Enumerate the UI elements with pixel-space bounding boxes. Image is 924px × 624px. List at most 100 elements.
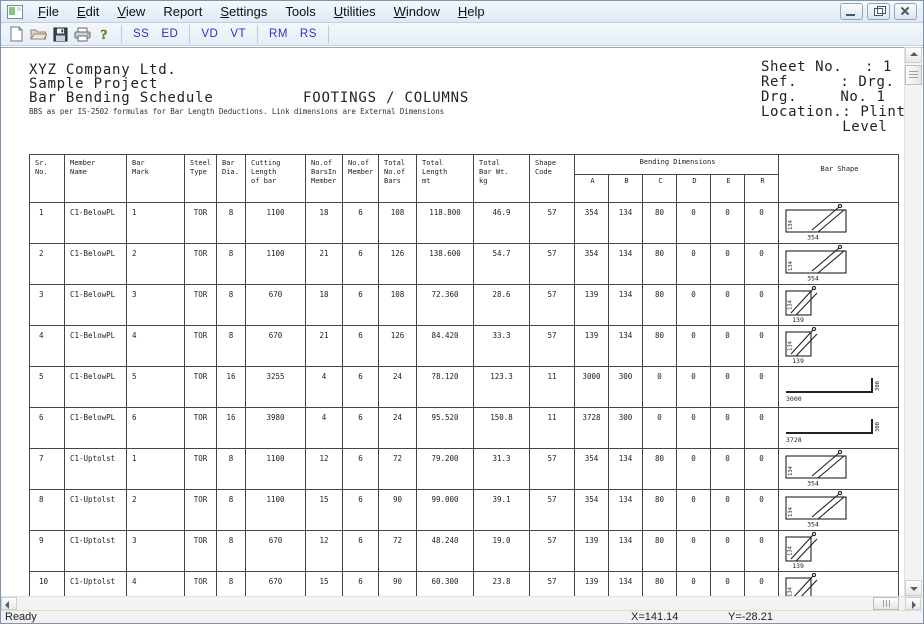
toolbar-button-ed[interactable]: ED <box>156 26 183 42</box>
cell: 72 <box>379 531 417 572</box>
bbs-table: Sr. No.Member NameBar MarkSteel TypeBar … <box>29 154 899 597</box>
cell: 0 <box>745 531 779 572</box>
cell: 6 <box>343 326 379 367</box>
cell: 15 <box>306 490 343 531</box>
cell: TOR <box>185 449 217 490</box>
toolbar-button-vt[interactable]: VT <box>225 26 251 42</box>
cell: C1-Uptolst <box>65 449 127 490</box>
horizontal-scrollbar[interactable] <box>1 596 923 610</box>
vertical-scrollbar[interactable] <box>904 47 922 596</box>
scroll-down-button[interactable] <box>905 580 922 596</box>
cell: 3 <box>127 531 185 572</box>
bar-shape-drawing: 134 139 <box>782 286 894 323</box>
menu-utilities[interactable]: Utilities <box>325 2 385 21</box>
cell: 8 <box>217 285 246 326</box>
cell: 0 <box>677 244 711 285</box>
cell: 0 <box>677 490 711 531</box>
scroll-left-button[interactable] <box>1 597 17 610</box>
cell: 24 <box>379 408 417 449</box>
cell: 0 <box>711 367 745 408</box>
cell: 0 <box>677 572 711 598</box>
menu-file[interactable]: File <box>29 2 68 21</box>
table-row: 6C1-BelowPL6TOR163980462495.520150.81137… <box>30 408 899 449</box>
close-button[interactable] <box>894 3 917 20</box>
bar-shape-drawing: 3000 300 <box>782 368 894 405</box>
toolbar-button-vd[interactable]: VD <box>196 26 223 42</box>
cell: 108 <box>379 285 417 326</box>
cell: 108 <box>379 203 417 244</box>
scroll-up-button[interactable] <box>905 47 922 63</box>
menu-view[interactable]: View <box>108 2 154 21</box>
col-header-10: Total Bar Wt. kg <box>474 155 530 203</box>
cell: 0 <box>677 367 711 408</box>
bar-shape-cell: 134 139 <box>779 326 899 367</box>
print-icon[interactable] <box>72 26 92 43</box>
app-icon[interactable] <box>7 5 23 19</box>
new-document-icon[interactable] <box>6 26 26 43</box>
svg-text:139: 139 <box>792 562 804 569</box>
cell: 126 <box>379 244 417 285</box>
cursor-y-readout: Y=-28.21 <box>728 611 773 623</box>
svg-text:139: 139 <box>792 357 804 364</box>
cell: 84.420 <box>417 326 474 367</box>
toolbar-button-rm[interactable]: RM <box>264 26 293 42</box>
horizontal-scroll-thumb[interactable] <box>873 597 899 610</box>
cell: 670 <box>246 572 306 598</box>
cell: 354 <box>575 203 609 244</box>
menu-tools[interactable]: Tools <box>276 2 324 21</box>
cell: 354 <box>575 244 609 285</box>
cell: C1-Uptolst <box>65 572 127 598</box>
open-folder-icon[interactable] <box>28 26 48 43</box>
toolbar-button-rs[interactable]: RS <box>295 26 322 42</box>
cell: 0 <box>745 367 779 408</box>
restore-button[interactable] <box>867 3 890 20</box>
save-icon[interactable] <box>50 26 70 43</box>
cell: 0 <box>745 572 779 598</box>
cell: 8 <box>217 244 246 285</box>
svg-text:134: 134 <box>788 545 794 556</box>
cell: TOR <box>185 203 217 244</box>
help-icon[interactable]: ? <box>94 26 114 43</box>
col-header-9: Total Length mt <box>417 155 474 203</box>
cell: C1-BelowPL <box>65 367 127 408</box>
table-row: 5C1-BelowPL5TOR163255462478.120123.31130… <box>30 367 899 408</box>
cell: 19.0 <box>474 531 530 572</box>
bar-shape-cell: 134 354 <box>779 203 899 244</box>
svg-text:134: 134 <box>788 506 794 517</box>
menu-edit[interactable]: Edit <box>68 2 108 21</box>
cell: 134 <box>609 531 643 572</box>
bar-shape-cell: 3000 300 <box>779 367 899 408</box>
meta-label: Sheet No. <box>761 60 865 75</box>
cell: 95.520 <box>417 408 474 449</box>
vertical-scroll-thumb[interactable] <box>905 65 922 85</box>
cell: 39.1 <box>474 490 530 531</box>
cell: 8 <box>217 531 246 572</box>
cell: 80 <box>643 572 677 598</box>
cell: 3000 <box>575 367 609 408</box>
cell: 3255 <box>246 367 306 408</box>
cell: 354 <box>575 449 609 490</box>
cell: 0 <box>677 285 711 326</box>
cell: 80 <box>643 244 677 285</box>
cell: 57 <box>530 449 575 490</box>
cell: 78.120 <box>417 367 474 408</box>
bar-shape-drawing: 134 139 <box>782 327 894 364</box>
cell: 79.200 <box>417 449 474 490</box>
toolbar-button-ss[interactable]: SS <box>128 26 154 42</box>
col-header-2: Bar Mark <box>127 155 185 203</box>
toolbar: ? SSED VDVT RMRS <box>1 23 923 46</box>
toolbar-groups: SSED VDVT RMRS <box>128 25 335 43</box>
cell: 138.600 <box>417 244 474 285</box>
cell: 0 <box>711 572 745 598</box>
scroll-right-button[interactable] <box>905 597 921 610</box>
minimize-button[interactable] <box>840 3 863 20</box>
menu-settings[interactable]: Settings <box>211 2 276 21</box>
menu-report[interactable]: Report <box>154 2 211 21</box>
cell: 28.6 <box>474 285 530 326</box>
cell: 57 <box>530 244 575 285</box>
cell: 5 <box>30 367 65 408</box>
table-row: 9C1-Uptolst3TOR86701267248.24019.0571391… <box>30 531 899 572</box>
menu-window[interactable]: Window <box>385 2 449 21</box>
menu-help[interactable]: Help <box>449 2 494 21</box>
cell: 134 <box>609 203 643 244</box>
